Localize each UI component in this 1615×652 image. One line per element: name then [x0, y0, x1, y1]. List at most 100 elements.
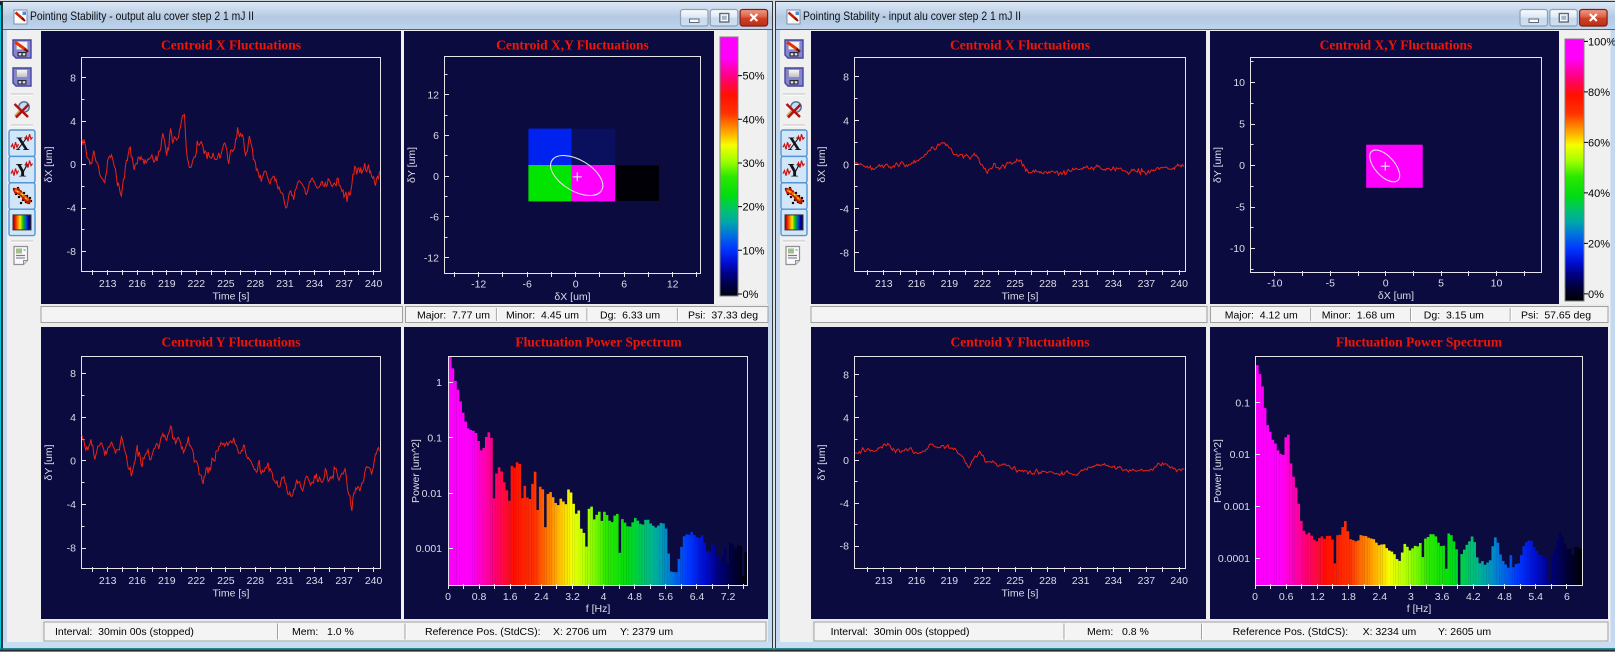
svg-text:-5: -5	[1326, 278, 1335, 290]
svg-text:213: 213	[875, 575, 893, 587]
svg-text:225: 225	[1006, 278, 1024, 290]
svg-text:4.8: 4.8	[627, 591, 642, 603]
svg-text:40%: 40%	[1588, 188, 1610, 200]
svg-text:0.01: 0.01	[422, 488, 443, 500]
svg-text:Time [s]: Time [s]	[213, 588, 250, 600]
svg-text:240: 240	[365, 278, 383, 290]
svg-text:Fluctuation Power Spectrum: Fluctuation Power Spectrum	[515, 335, 682, 350]
svg-text:5.4: 5.4	[1528, 591, 1543, 603]
svg-text:Dg: 6.33 um: Dg: 6.33 um	[600, 310, 660, 322]
svg-text:228: 228	[247, 278, 265, 290]
svg-text:δX [um]: δX [um]	[816, 146, 828, 182]
svg-text:6.4: 6.4	[690, 591, 705, 603]
svg-text:4: 4	[70, 412, 76, 424]
svg-text:-10: -10	[1267, 278, 1282, 290]
svg-text:Mem: 1.0 %: Mem: 1.0 %	[292, 626, 354, 638]
svg-text:0: 0	[70, 455, 76, 467]
svg-text:6: 6	[1564, 591, 1570, 603]
svg-text:0%: 0%	[743, 289, 759, 301]
svg-text:222: 222	[974, 278, 992, 290]
svg-text:4: 4	[601, 591, 607, 603]
svg-text:231: 231	[1072, 575, 1090, 587]
svg-text:234: 234	[306, 575, 324, 587]
svg-text:0: 0	[445, 591, 451, 603]
svg-text:0: 0	[1383, 278, 1389, 290]
svg-text:δY [um]: δY [um]	[43, 444, 55, 480]
svg-text:228: 228	[1039, 575, 1057, 587]
svg-text:80%: 80%	[1588, 87, 1610, 99]
svg-text:Reference Pos. (StdCS):: Reference Pos. (StdCS):	[425, 626, 541, 638]
svg-text:Pointing Stability - input alu: Pointing Stability - input alu cover ste…	[803, 9, 1021, 23]
svg-text:0: 0	[573, 279, 579, 291]
svg-text:Psi: 37.33 deg: Psi: 37.33 deg	[688, 310, 758, 322]
svg-text:δY [um]: δY [um]	[406, 147, 418, 183]
svg-text:219: 219	[158, 575, 176, 587]
svg-text:237: 237	[1138, 575, 1156, 587]
svg-text:20%: 20%	[1588, 238, 1610, 250]
svg-text:216: 216	[128, 278, 146, 290]
svg-text:-10: -10	[1230, 243, 1245, 255]
svg-text:4.2: 4.2	[1466, 591, 1481, 603]
svg-text:Centroid Y Fluctuations: Centroid Y Fluctuations	[161, 335, 300, 350]
svg-text:8: 8	[843, 71, 849, 83]
svg-text:Minor: 1.68 um: Minor: 1.68 um	[1322, 310, 1395, 322]
svg-text:Time [s]: Time [s]	[1002, 291, 1039, 303]
svg-text:234: 234	[1105, 278, 1123, 290]
svg-text:1.8: 1.8	[1341, 591, 1356, 603]
svg-text:Interval: 30min 00s (stopped): Interval: 30min 00s (stopped)	[55, 626, 194, 638]
svg-text:50%: 50%	[743, 71, 765, 83]
svg-text:Reference Pos. (StdCS):: Reference Pos. (StdCS):	[1233, 626, 1349, 638]
svg-text:0: 0	[843, 455, 849, 467]
svg-text:0.1: 0.1	[427, 433, 442, 445]
svg-text:5: 5	[1438, 278, 1444, 290]
svg-text:234: 234	[1105, 575, 1123, 587]
svg-text:f [Hz]: f [Hz]	[586, 603, 611, 615]
svg-text:Major: 7.77 um: Major: 7.77 um	[417, 310, 490, 322]
svg-text:20%: 20%	[743, 202, 765, 214]
svg-text:-8: -8	[840, 541, 849, 553]
svg-text:-6: -6	[430, 212, 439, 224]
svg-text:Y: 2379 um: Y: 2379 um	[620, 626, 673, 638]
svg-text:4.8: 4.8	[1497, 591, 1512, 603]
svg-text:-4: -4	[840, 498, 849, 510]
svg-text:δX [um]: δX [um]	[43, 146, 55, 182]
svg-text:-5: -5	[1236, 202, 1245, 214]
svg-text:Interval: 30min 00s (stopped): Interval: 30min 00s (stopped)	[831, 626, 970, 638]
svg-text:0.6: 0.6	[1279, 591, 1294, 603]
svg-text:231: 231	[276, 575, 294, 587]
svg-text:225: 225	[217, 575, 235, 587]
svg-text:0: 0	[1239, 160, 1245, 172]
svg-text:Time [s]: Time [s]	[1002, 588, 1039, 600]
svg-text:0%: 0%	[1588, 289, 1604, 301]
svg-text:-8: -8	[840, 247, 849, 259]
svg-text:10: 10	[1491, 278, 1503, 290]
svg-text:237: 237	[1138, 278, 1156, 290]
svg-text:60%: 60%	[1588, 137, 1610, 149]
svg-text:δY [um]: δY [um]	[1212, 147, 1224, 183]
svg-text:Time [s]: Time [s]	[213, 291, 250, 303]
svg-text:0.001: 0.001	[416, 543, 442, 555]
svg-text:Mem: 0.8 %: Mem: 0.8 %	[1087, 626, 1149, 638]
svg-text:1.6: 1.6	[503, 591, 518, 603]
svg-text:-4: -4	[67, 499, 76, 511]
svg-text:8: 8	[843, 370, 849, 382]
svg-text:0: 0	[70, 159, 76, 171]
svg-text:0.01: 0.01	[1230, 449, 1251, 461]
svg-text:-6: -6	[523, 279, 532, 291]
svg-text:0.001: 0.001	[1224, 501, 1250, 513]
svg-text:2.4: 2.4	[534, 591, 549, 603]
svg-text:δX [um]: δX [um]	[1378, 290, 1414, 302]
svg-text:216: 216	[908, 278, 926, 290]
svg-text:219: 219	[158, 278, 176, 290]
svg-text:0.0001: 0.0001	[1218, 553, 1250, 565]
svg-text:Power [um^2]: Power [um^2]	[1212, 439, 1224, 503]
svg-text:0.8: 0.8	[472, 591, 487, 603]
svg-text:6: 6	[621, 279, 627, 291]
svg-text:Pointing Stability - output al: Pointing Stability - output alu cover st…	[30, 9, 254, 23]
svg-text:231: 231	[1072, 278, 1090, 290]
svg-text:228: 228	[1039, 278, 1057, 290]
svg-text:X: 2706 um: X: 2706 um	[553, 626, 607, 638]
svg-text:X: 3234 um: X: 3234 um	[1363, 626, 1417, 638]
svg-text:7.2: 7.2	[721, 591, 736, 603]
svg-text:40%: 40%	[743, 114, 765, 126]
